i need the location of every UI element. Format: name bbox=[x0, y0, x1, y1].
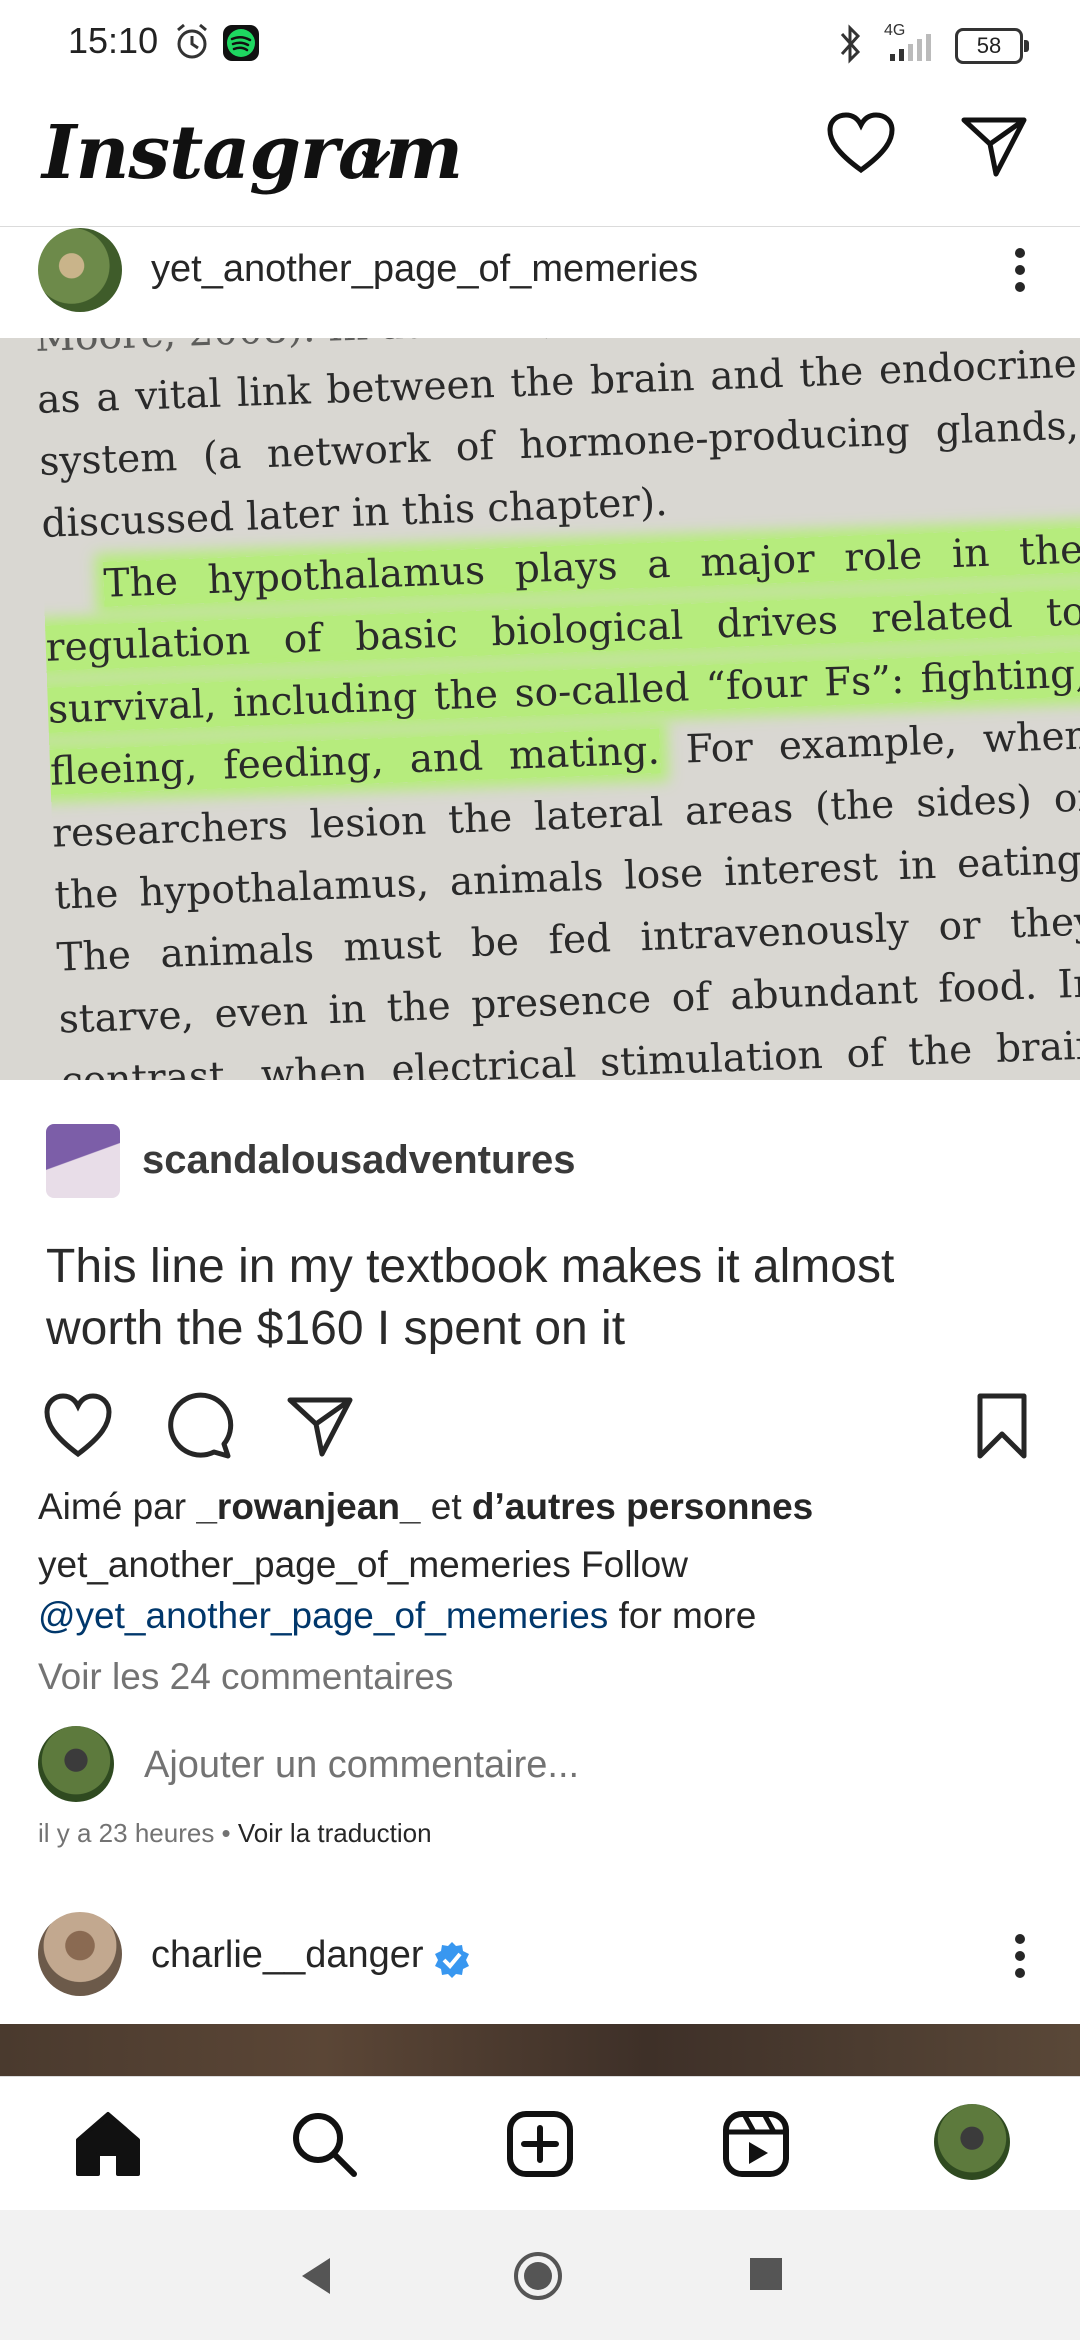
home-button-icon[interactable] bbox=[512, 2250, 564, 2302]
caption-line-2: @yet_another_page_of_memeries for more bbox=[38, 1595, 1038, 1637]
repost-username: scandalousadventures bbox=[142, 1138, 576, 1182]
likes-others[interactable]: d’autres personnes bbox=[472, 1486, 813, 1527]
translate-link[interactable]: Voir la traduction bbox=[238, 1818, 432, 1848]
repost-avatar bbox=[46, 1124, 120, 1198]
direct-message-icon[interactable] bbox=[960, 114, 1028, 178]
post-time: il y a 23 heures bbox=[38, 1818, 215, 1848]
like-icon[interactable] bbox=[42, 1390, 114, 1462]
share-icon[interactable] bbox=[284, 1390, 356, 1462]
back-icon[interactable] bbox=[296, 2254, 336, 2298]
battery-indicator: 58 bbox=[955, 28, 1029, 64]
spotify-icon bbox=[223, 25, 259, 61]
profile-tab-avatar[interactable] bbox=[934, 2104, 1010, 2180]
caption-text: Follow bbox=[570, 1544, 688, 1585]
signal-icon bbox=[890, 34, 931, 61]
textbook-paragraph-1: as a vital link between the brain and th… bbox=[36, 341, 1080, 547]
recents-icon[interactable] bbox=[748, 2256, 784, 2292]
post-options-button[interactable] bbox=[1000, 240, 1040, 300]
heart-icon[interactable] bbox=[826, 112, 896, 176]
search-icon[interactable] bbox=[284, 2104, 364, 2184]
bottom-nav-divider bbox=[0, 2076, 1080, 2077]
add-comment-input[interactable]: Ajouter un commentaire... bbox=[144, 1744, 1080, 1787]
create-post-icon[interactable] bbox=[500, 2104, 580, 2184]
next-post-options-button[interactable] bbox=[1000, 1926, 1040, 1986]
comment-icon[interactable] bbox=[162, 1390, 234, 1462]
view-comments-link[interactable]: Voir les 24 commentaires bbox=[38, 1656, 1038, 1698]
verified-badge-icon bbox=[435, 1942, 469, 1978]
post-photo[interactable]: Moore, 2008). In addition, the hypothala… bbox=[0, 338, 1080, 1080]
caption: yet_another_page_of_memeries Follow bbox=[38, 1544, 1038, 1586]
reels-icon[interactable] bbox=[716, 2104, 796, 2184]
post-author-username[interactable]: yet_another_page_of_memeries bbox=[151, 248, 698, 291]
status-time: 15:10 bbox=[68, 20, 159, 61]
instagram-logo[interactable]: Instagram bbox=[42, 110, 463, 196]
textbook-paragraph-2: The hypothalamus plays a major role in t… bbox=[43, 520, 1080, 1080]
likes-prefix: Aimé par bbox=[38, 1486, 197, 1527]
repost-text: This line in my textbook makes it almost… bbox=[46, 1240, 895, 1355]
next-post-avatar[interactable] bbox=[38, 1912, 122, 1996]
post-meta: il y a 23 heures • Voir la traduction bbox=[38, 1818, 432, 1849]
textbook-page: Moore, 2008). In addition, the hypothala… bbox=[34, 338, 1080, 1080]
caption-rest: for more bbox=[608, 1595, 757, 1636]
likes-summary[interactable]: Aimé par _rowanjean_ et d’autres personn… bbox=[38, 1486, 1038, 1528]
own-avatar bbox=[38, 1726, 114, 1802]
caption-username[interactable]: yet_another_page_of_memeries bbox=[38, 1544, 571, 1585]
likes-user[interactable]: _rowanjean_ bbox=[196, 1486, 420, 1527]
save-icon[interactable] bbox=[966, 1390, 1038, 1462]
chevron-down-icon[interactable] bbox=[360, 148, 392, 170]
header-divider bbox=[0, 226, 1080, 227]
next-post-photo[interactable] bbox=[0, 2024, 1080, 2076]
caption-mention[interactable]: @yet_another_page_of_memeries bbox=[38, 1595, 608, 1636]
bluetooth-icon bbox=[840, 24, 861, 64]
next-post-username[interactable]: charlie__danger bbox=[151, 1934, 424, 1977]
post-author-avatar[interactable] bbox=[38, 228, 122, 312]
likes-middle: et bbox=[420, 1486, 472, 1527]
alarm-icon bbox=[177, 23, 207, 59]
meta-separator: • bbox=[214, 1818, 238, 1848]
home-icon[interactable] bbox=[68, 2104, 148, 2184]
